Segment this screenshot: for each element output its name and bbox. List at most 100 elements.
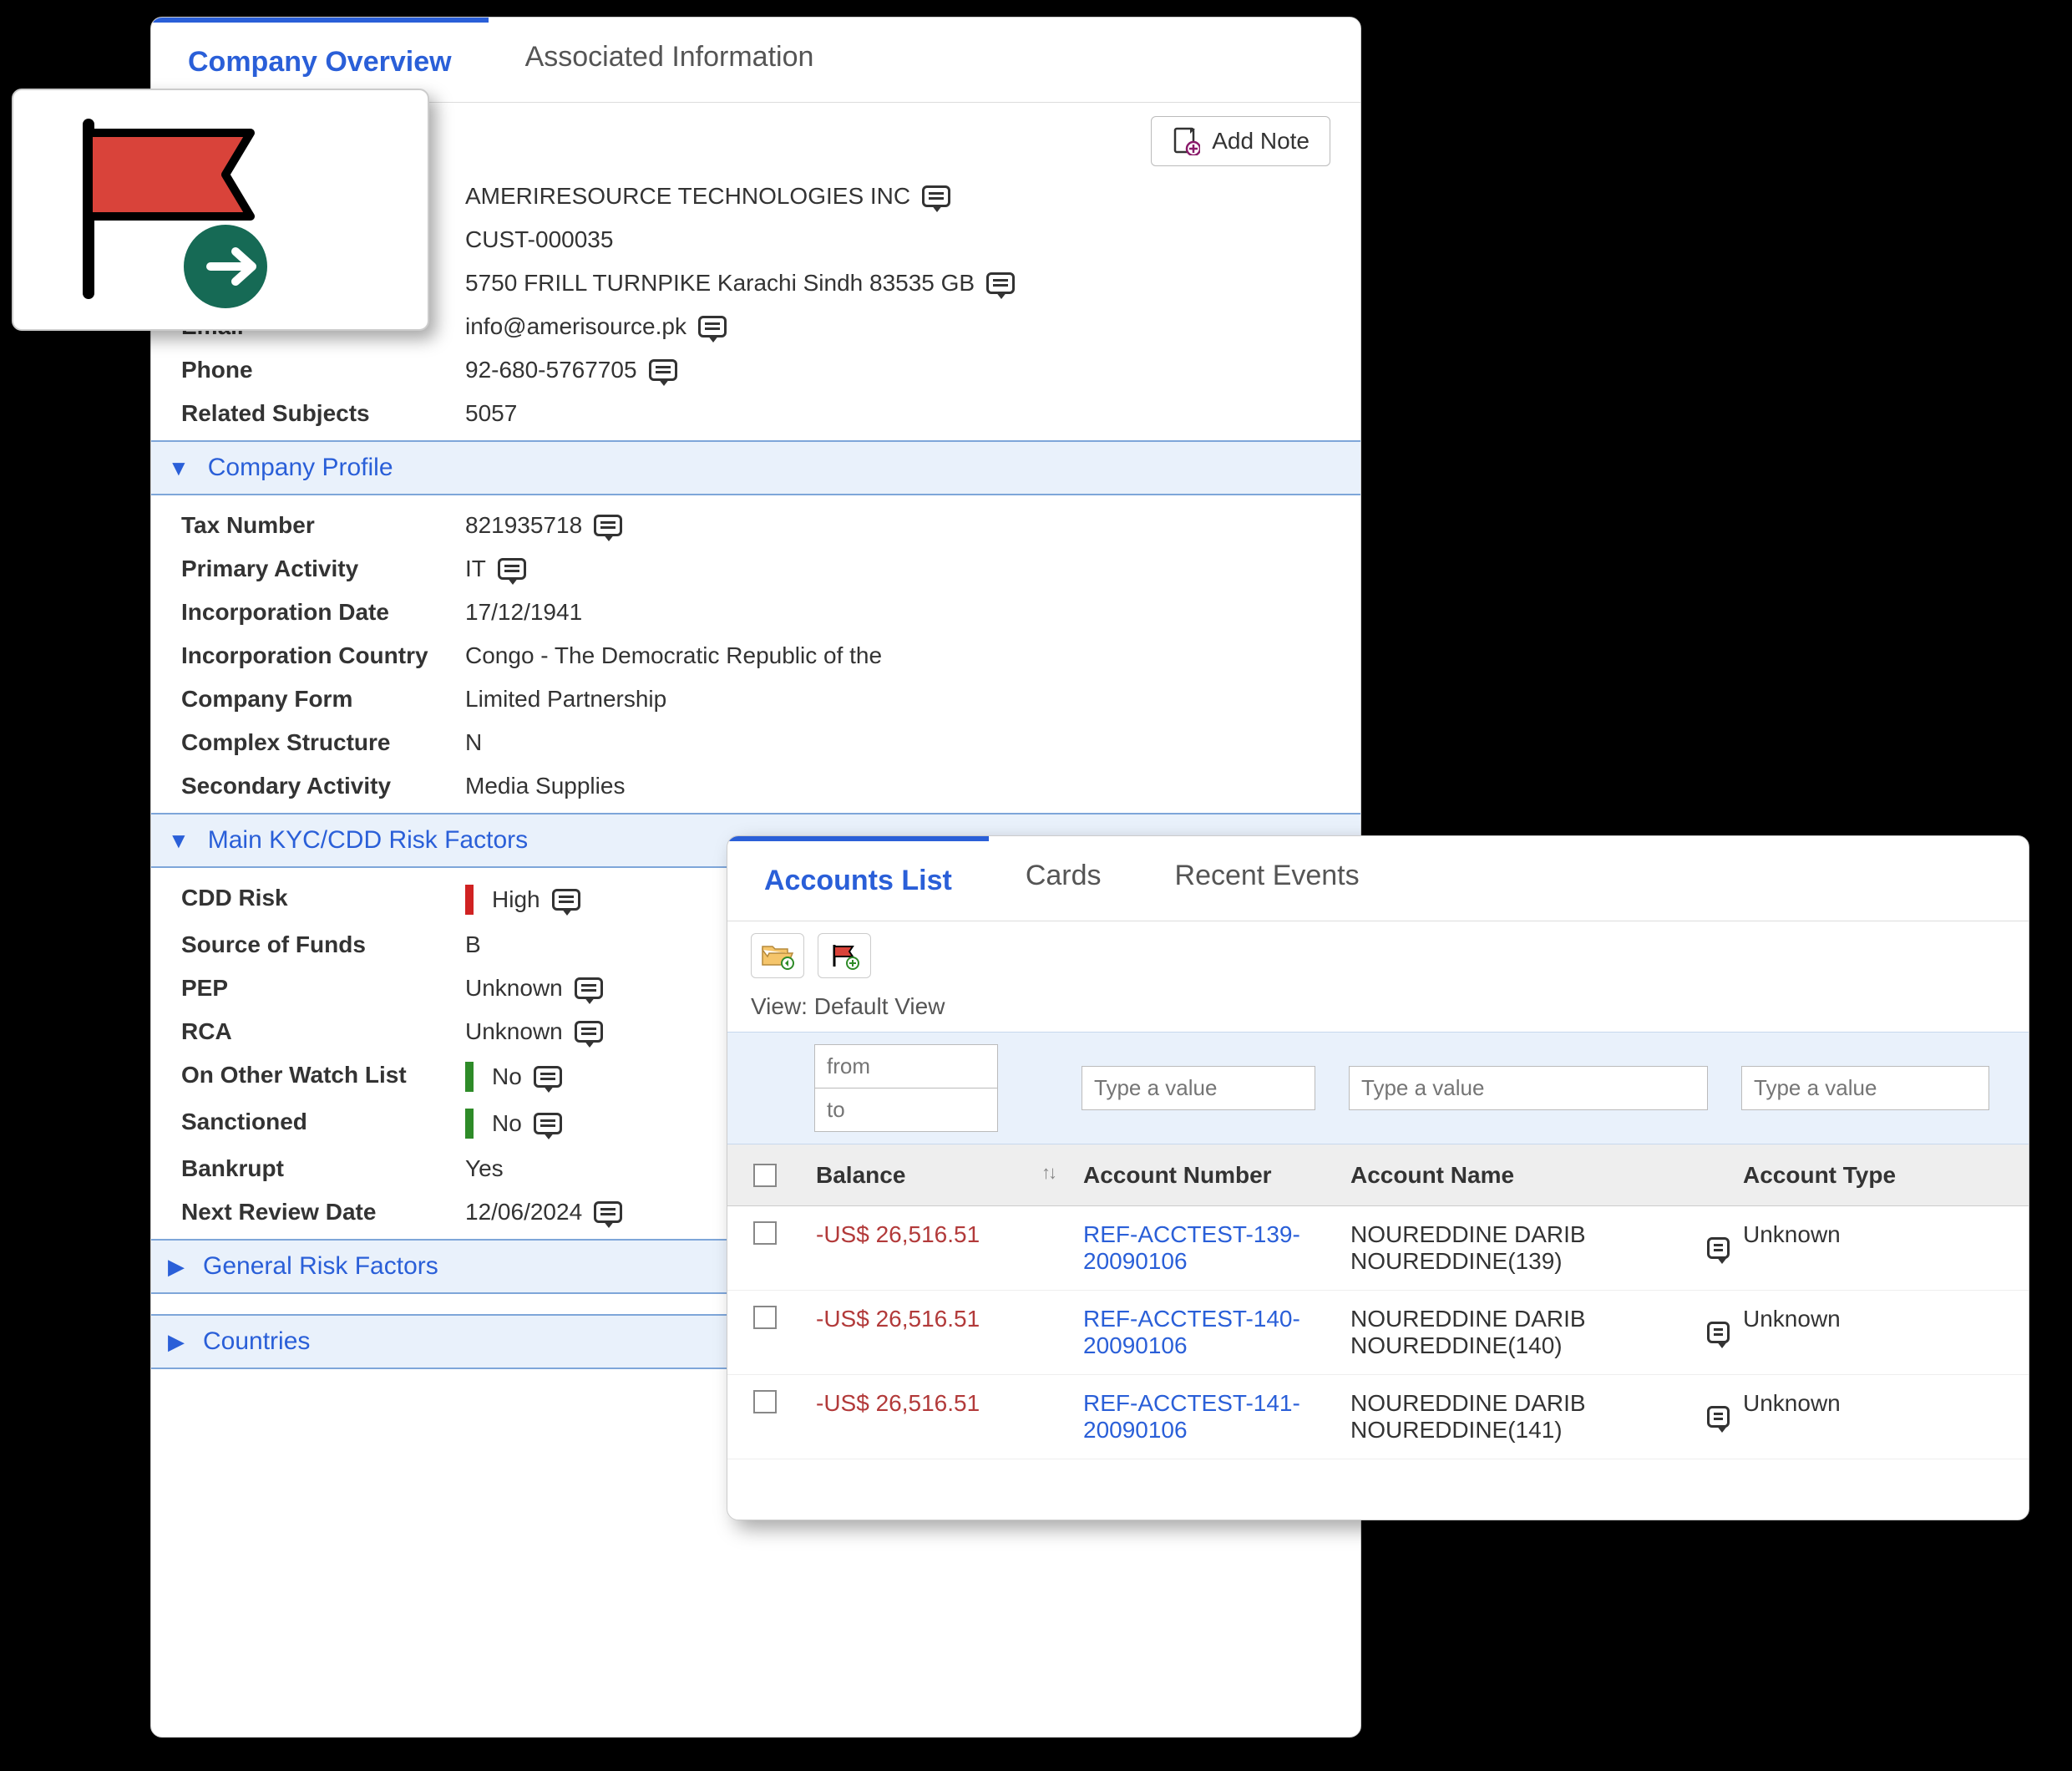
chevron-right-icon: ▶ bbox=[168, 1254, 185, 1280]
comment-icon[interactable] bbox=[1707, 1406, 1730, 1428]
risk-indicator-ok bbox=[465, 1062, 474, 1092]
view-prefix: View: bbox=[751, 993, 814, 1019]
watchlist-value: No bbox=[492, 1063, 522, 1090]
phone-label: Phone bbox=[181, 357, 465, 383]
primary-activity-label: Primary Activity bbox=[181, 556, 465, 582]
comment-icon[interactable] bbox=[552, 889, 580, 911]
chevron-right-icon: ▶ bbox=[168, 1329, 185, 1355]
primary-activity-value: IT bbox=[465, 556, 486, 582]
tab-associated-info[interactable]: Associated Information bbox=[489, 18, 851, 102]
tab-accounts-list[interactable]: Accounts List bbox=[727, 836, 989, 921]
comment-icon[interactable] bbox=[594, 515, 622, 536]
view-indicator: View: Default View bbox=[727, 985, 2029, 1032]
accounts-header-row: Balance ↑↓ Account Number Account Name A… bbox=[727, 1144, 2029, 1206]
related-subjects-value: 5057 bbox=[465, 400, 517, 426]
account-name-filter[interactable] bbox=[1349, 1066, 1708, 1110]
table-row: -US$ 26,516.51 REF-ACCTEST-141-20090106 … bbox=[727, 1375, 2029, 1459]
flag-add-icon bbox=[828, 941, 861, 970]
inc-country-label: Incorporation Country bbox=[181, 642, 465, 669]
account-number-filter[interactable] bbox=[1082, 1066, 1315, 1110]
account-number-link[interactable]: REF-ACCTEST-141-20090106 bbox=[1070, 1390, 1337, 1444]
inc-country-value: Congo - The Democratic Republic of the bbox=[465, 642, 882, 668]
flag-badge[interactable] bbox=[12, 89, 429, 331]
secondary-activity-label: Secondary Activity bbox=[181, 773, 465, 799]
open-folder-button[interactable] bbox=[751, 933, 804, 978]
accounts-card: Accounts List Cards Recent Events View: … bbox=[727, 835, 2029, 1520]
sanctioned-label: Sanctioned bbox=[181, 1109, 465, 1135]
company-form-value: Limited Partnership bbox=[465, 686, 666, 712]
bankrupt-value: Yes bbox=[465, 1155, 504, 1181]
section-general-risk-label: General Risk Factors bbox=[203, 1252, 438, 1281]
comment-icon[interactable] bbox=[986, 272, 1015, 294]
pep-value: Unknown bbox=[465, 975, 563, 1002]
section-company-profile-label: Company Profile bbox=[208, 454, 393, 482]
select-all-checkbox[interactable] bbox=[753, 1164, 777, 1187]
view-name: Default View bbox=[814, 993, 945, 1019]
inc-date-label: Incorporation Date bbox=[181, 599, 465, 626]
secondary-activity-value: Media Supplies bbox=[465, 773, 625, 799]
account-name-cell: NOUREDDINE DARIB NOUREDDINE(141) bbox=[1350, 1390, 1695, 1444]
rca-value: Unknown bbox=[465, 1018, 563, 1045]
complex-structure-label: Complex Structure bbox=[181, 729, 465, 756]
account-number-link[interactable]: REF-ACCTEST-139-20090106 bbox=[1070, 1221, 1337, 1275]
account-number-link[interactable]: REF-ACCTEST-140-20090106 bbox=[1070, 1306, 1337, 1359]
sort-icon: ↑↓ bbox=[1041, 1162, 1055, 1184]
comment-icon[interactable] bbox=[1707, 1322, 1730, 1343]
add-note-icon bbox=[1172, 127, 1200, 155]
tax-number-label: Tax Number bbox=[181, 512, 465, 539]
folder-open-icon bbox=[761, 941, 794, 970]
balance-to-input[interactable] bbox=[814, 1088, 998, 1132]
comment-icon[interactable] bbox=[922, 185, 950, 207]
account-name-cell: NOUREDDINE DARIB NOUREDDINE(140) bbox=[1350, 1306, 1695, 1359]
sof-label: Source of Funds bbox=[181, 931, 465, 958]
flag-add-button[interactable] bbox=[818, 933, 871, 978]
comment-icon[interactable] bbox=[594, 1201, 622, 1223]
comment-icon[interactable] bbox=[575, 977, 603, 999]
company-profile-block: Tax Number 821935718 Primary Activity IT… bbox=[151, 495, 1360, 808]
account-type-cell: Unknown bbox=[1730, 1390, 2029, 1417]
company-address: 5750 FRILL TURNPIKE Karachi Sindh 83535 … bbox=[465, 270, 975, 297]
table-row: -US$ 26,516.51 REF-ACCTEST-140-20090106 … bbox=[727, 1291, 2029, 1375]
col-balance-label: Balance bbox=[816, 1162, 905, 1188]
sanctioned-value: No bbox=[492, 1110, 522, 1137]
next-review-value: 12/06/2024 bbox=[465, 1199, 582, 1225]
accounts-tabs: Accounts List Cards Recent Events bbox=[727, 836, 2029, 921]
row-checkbox[interactable] bbox=[753, 1390, 777, 1413]
risk-indicator-ok bbox=[465, 1109, 474, 1139]
add-note-button[interactable]: Add Note bbox=[1151, 116, 1330, 166]
col-account-number-header[interactable]: Account Number bbox=[1070, 1162, 1337, 1189]
row-checkbox[interactable] bbox=[753, 1306, 777, 1329]
comment-icon[interactable] bbox=[498, 558, 526, 580]
col-account-name-header[interactable]: Account Name bbox=[1337, 1162, 1730, 1189]
account-type-cell: Unknown bbox=[1730, 1221, 2029, 1248]
comment-icon[interactable] bbox=[534, 1066, 562, 1088]
comment-icon[interactable] bbox=[1707, 1237, 1730, 1259]
section-kyc-risk-label: Main KYC/CDD Risk Factors bbox=[208, 826, 528, 855]
phone-value: 92-680-5767705 bbox=[465, 357, 637, 383]
comment-icon[interactable] bbox=[534, 1113, 562, 1134]
balance-cell: -US$ 26,516.51 bbox=[803, 1306, 1070, 1332]
account-type-filter[interactable] bbox=[1741, 1066, 1989, 1110]
sof-value: B bbox=[465, 931, 481, 957]
balance-from-input[interactable] bbox=[814, 1044, 998, 1088]
complex-structure-value: N bbox=[465, 729, 482, 755]
inc-date-value: 17/12/1941 bbox=[465, 599, 582, 625]
accounts-toolbar bbox=[727, 921, 2029, 985]
risk-indicator-high bbox=[465, 885, 474, 915]
bankrupt-label: Bankrupt bbox=[181, 1155, 465, 1182]
company-name: AMERIRESOURCE TECHNOLOGIES INC bbox=[465, 183, 910, 210]
col-balance-header[interactable]: Balance ↑↓ bbox=[803, 1162, 1070, 1189]
rca-label: RCA bbox=[181, 1018, 465, 1045]
comment-icon[interactable] bbox=[649, 359, 677, 381]
next-review-label: Next Review Date bbox=[181, 1199, 465, 1225]
comment-icon[interactable] bbox=[698, 316, 727, 337]
tab-cards[interactable]: Cards bbox=[989, 836, 1138, 921]
section-company-profile[interactable]: ▼ Company Profile bbox=[151, 440, 1360, 495]
col-account-type-header[interactable]: Account Type bbox=[1730, 1162, 2029, 1189]
related-subjects-label: Related Subjects bbox=[181, 400, 465, 427]
company-form-label: Company Form bbox=[181, 686, 465, 713]
comment-icon[interactable] bbox=[575, 1021, 603, 1043]
row-checkbox[interactable] bbox=[753, 1221, 777, 1245]
balance-cell: -US$ 26,516.51 bbox=[803, 1390, 1070, 1417]
tab-recent-events[interactable]: Recent Events bbox=[1138, 836, 1396, 921]
